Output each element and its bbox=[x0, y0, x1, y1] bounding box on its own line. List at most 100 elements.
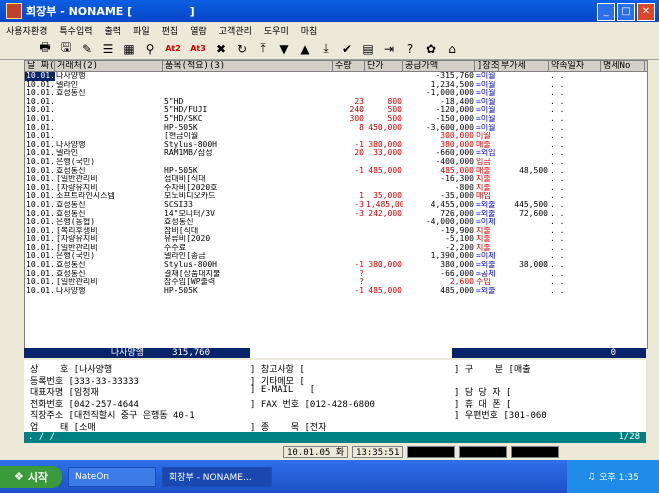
up-arrow-icon[interactable]: ▲ bbox=[296, 40, 314, 58]
report-icon[interactable]: ✎ bbox=[78, 40, 96, 58]
delete-icon[interactable]: ✖ bbox=[212, 40, 230, 58]
flower-icon[interactable]: ✿ bbox=[422, 40, 440, 58]
table-row[interactable]: 10.01.06[차량유지비 유류비[2020 -5,100지출 . . bbox=[25, 235, 647, 244]
taskbar-nateon[interactable]: NateOn bbox=[68, 466, 156, 487]
table-row[interactable]: 10.01.06효성통신Stylus-800H-1380,000380,000=… bbox=[25, 261, 647, 270]
info-right-4[interactable]: ] 우편번호 [301-060 bbox=[454, 408, 547, 421]
cell bbox=[499, 192, 549, 201]
column-header-3[interactable]: 수량 bbox=[333, 61, 365, 71]
column-header-0[interactable]: 날 짜(1) bbox=[25, 61, 55, 71]
print-icon[interactable]: 🖶 bbox=[36, 40, 54, 58]
table-row[interactable]: 10.01.06[일반관리비 수수료 -2,200지출 . . bbox=[25, 244, 647, 253]
at3-text[interactable]: At3 bbox=[187, 40, 209, 58]
tray-icon[interactable]: ♫ bbox=[587, 472, 595, 482]
maximize-button[interactable]: □ bbox=[617, 3, 635, 21]
cell: -660,000 bbox=[435, 149, 474, 158]
check-icon[interactable]: ✔ bbox=[338, 40, 356, 58]
menu-item-0[interactable]: 사용자환경 bbox=[0, 24, 53, 37]
table-row[interactable]: 10.01.06[일반관리비 잡수입[WP출력? 2,600수입 . . bbox=[25, 278, 647, 287]
info-right-0[interactable]: ] 구 분 [매출 bbox=[454, 362, 530, 375]
info-left-5[interactable]: 업 태 [소매 bbox=[30, 420, 96, 433]
table-row[interactable]: 10.01.05 5"HD/FUJI 240 500 -120,000=이월 . . bbox=[25, 106, 647, 115]
list-icon[interactable]: ☰ bbox=[99, 40, 117, 58]
menu-item-5[interactable]: 열람 bbox=[184, 24, 213, 37]
table-row[interactable]: 10.01.06[복리후생비 잡비[식대 -19,900지출 . . bbox=[25, 227, 647, 236]
cell: 485,000 bbox=[368, 286, 402, 295]
close-button[interactable]: ✕ bbox=[637, 3, 655, 21]
column-header-2[interactable]: 품목(적요)(3) bbox=[163, 61, 333, 71]
column-header-7[interactable]: 부가세 bbox=[499, 61, 549, 71]
taskbar-app[interactable]: 회장부 - NONAME... bbox=[162, 466, 272, 487]
bottom-arrow-icon[interactable]: ⤓ bbox=[317, 40, 335, 58]
cell bbox=[55, 98, 163, 107]
info-mid-3[interactable]: ] FAX 번호 [012-428-6800 bbox=[250, 397, 375, 410]
table-row[interactable]: 10.01.05 5"HD 23 800 -18,400=이월 . . bbox=[25, 98, 647, 107]
cell bbox=[499, 132, 549, 141]
table-row[interactable]: 10.01.05 HP-505K 8 450,000 -3,600,000=이월 . . bbox=[25, 124, 647, 133]
column-header-9[interactable]: 명세No bbox=[601, 61, 645, 71]
table-row[interactable]: 10.01.06효성통신 결재[상품대지불? -66,000=공제 . . bbox=[25, 270, 647, 279]
cell bbox=[601, 270, 645, 279]
cell: -150,000 bbox=[435, 114, 474, 123]
navigation-band: . / / 1/28 bbox=[24, 432, 646, 443]
column-header-4[interactable]: 단가 bbox=[365, 61, 403, 71]
calc-icon[interactable]: ▤ bbox=[359, 40, 377, 58]
menu-item-6[interactable]: 고객관리 bbox=[213, 24, 258, 37]
binoculars-icon[interactable]: ⚲ bbox=[141, 40, 159, 58]
table-row[interactable]: 10.01.06은행(국민) -400,000입금 . . bbox=[25, 158, 647, 167]
cell bbox=[163, 89, 333, 98]
minimize-button[interactable]: _ bbox=[597, 3, 615, 21]
exit-icon[interactable]: ⇥ bbox=[380, 40, 398, 58]
column-header-8[interactable]: 약속일자 bbox=[549, 61, 601, 71]
cell: SCSI33 bbox=[164, 200, 193, 209]
cell bbox=[601, 132, 645, 141]
down-arrow-icon[interactable]: ▼ bbox=[275, 40, 293, 58]
cell bbox=[499, 72, 549, 81]
column-header-1[interactable]: 거래처(2) bbox=[55, 61, 163, 71]
cell bbox=[163, 72, 333, 81]
help-icon[interactable]: ? bbox=[401, 40, 419, 58]
start-button[interactable]: ❖ 시작 bbox=[0, 465, 62, 488]
cell: -1 bbox=[354, 140, 364, 149]
ledger-grid[interactable]: 날 짜(1)거래처(2)품목(적요)(3)수량단가공급가액]참조부가세약속일자명… bbox=[24, 60, 648, 349]
table-row[interactable]: 10.01.05나사양행 -315,760=이월 . . bbox=[25, 72, 647, 81]
home-icon[interactable]: ⌂ bbox=[443, 40, 461, 58]
menu-item-8[interactable]: 마침 bbox=[295, 24, 324, 37]
menu-item-2[interactable]: 출력 bbox=[99, 24, 128, 37]
save-icon[interactable]: 🖫 bbox=[57, 40, 75, 58]
menu-item-3[interactable]: 파일 bbox=[127, 24, 156, 37]
refresh-icon[interactable]: ↻ bbox=[233, 40, 251, 58]
table-row[interactable]: 10.01.06[일반관리비 접대비[식대 -16,300지출 . . bbox=[25, 175, 647, 184]
top-arrow-icon[interactable]: ⤒ bbox=[254, 40, 272, 58]
column-header-5[interactable]: 공급가액 bbox=[403, 61, 475, 71]
at2-text[interactable]: At2 bbox=[162, 40, 184, 58]
table-row[interactable]: 10.01.06효성통신 SCSI33 -31,485,000 4,455,000=외… bbox=[25, 201, 647, 210]
menu-item-4[interactable]: 편집 bbox=[156, 24, 185, 37]
table-row[interactable]: 10.01.06나사양행HP-505K-1485,000485,000=외출. … bbox=[25, 287, 647, 296]
table-row[interactable]: 10.01.06델라인 RAM1MB/삼성 20 33,000 -660,000=외입.… bbox=[25, 149, 647, 158]
info-mid-5[interactable]: ] 종 목 [전자 bbox=[250, 420, 326, 433]
table-row[interactable]: 10.01.05 [현금이월 300,000이월 . . bbox=[25, 132, 647, 141]
column-header-6[interactable]: ]참조 bbox=[475, 61, 499, 71]
cell bbox=[601, 227, 645, 236]
info-mid-2[interactable]: ] E-MAIL [ bbox=[250, 385, 315, 395]
grid-icon[interactable]: ▦ bbox=[120, 40, 138, 58]
table-row[interactable]: 10.01.06효성통신 14"모니터/3V -3 242,000 726,000=외출… bbox=[25, 210, 647, 219]
system-tray: ♫ 오후 1:35 bbox=[567, 460, 659, 493]
table-row[interactable]: 10.01.05델라인 1,234,500=이월 . . bbox=[25, 81, 647, 90]
table-row[interactable]: 10.01.06은행(국민) 델라인[송금 1,390,000=이체 . . bbox=[25, 252, 647, 261]
menu-item-7[interactable]: 도우미 bbox=[258, 24, 295, 37]
table-row[interactable]: 10.01.05효성통신 -1,000,000=이월 . . bbox=[25, 89, 647, 98]
cell bbox=[333, 235, 365, 244]
table-row[interactable]: 10.01.06[차량유지비 주차비[2020호 -800지출 . . bbox=[25, 184, 647, 193]
table-row[interactable]: 10.01.06나사양행Stylus-800H-1380,000380,000매… bbox=[25, 141, 647, 150]
cell: 유류비[2020 bbox=[164, 235, 211, 244]
table-row[interactable]: 10.01.06효성통신HP-505K-1485,000485,000매출48,… bbox=[25, 167, 647, 176]
menu-item-1[interactable]: 특수입력 bbox=[53, 24, 98, 37]
cell bbox=[365, 184, 403, 193]
table-row[interactable]: 10.01.05 5"HD/SKC 300 500 -150,000=이월 . . bbox=[25, 115, 647, 124]
table-row[interactable]: 10.01.06소프트라인시스템 모노비디오카드 1 35,000 -35,000매입.… bbox=[25, 192, 647, 201]
table-row[interactable]: 10.01.06은행(농협) 효성통신 -4,000,000=이체 . . bbox=[25, 218, 647, 227]
cell bbox=[333, 252, 365, 261]
cell bbox=[55, 124, 163, 133]
